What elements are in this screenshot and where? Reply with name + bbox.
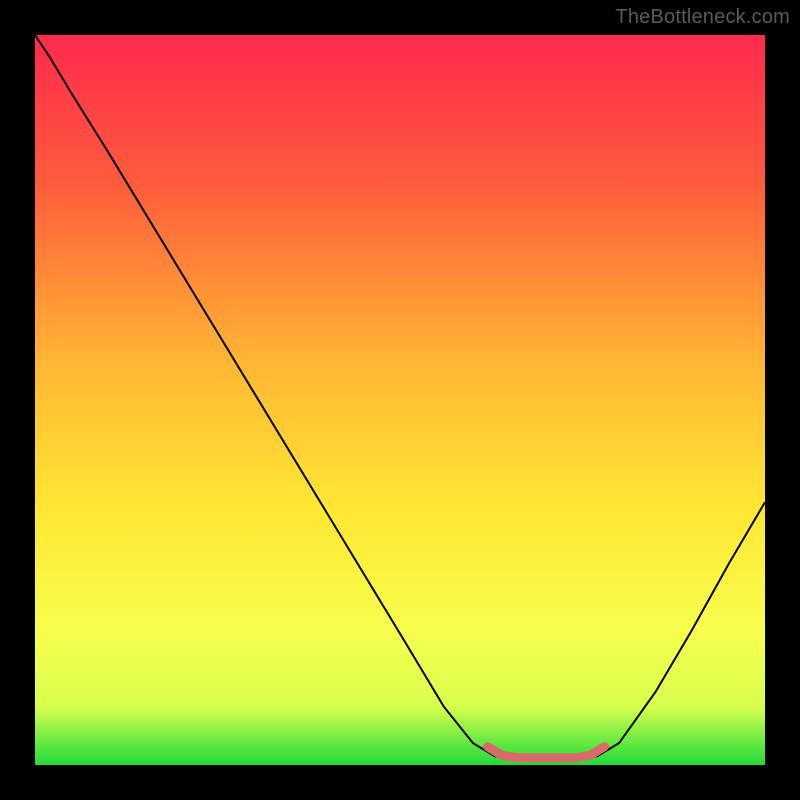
gradient-background — [35, 35, 765, 765]
chart-svg — [35, 35, 765, 765]
chart-frame: TheBottleneck.com — [0, 0, 800, 800]
watermark-text: TheBottleneck.com — [615, 6, 790, 29]
plot-area — [35, 35, 765, 765]
